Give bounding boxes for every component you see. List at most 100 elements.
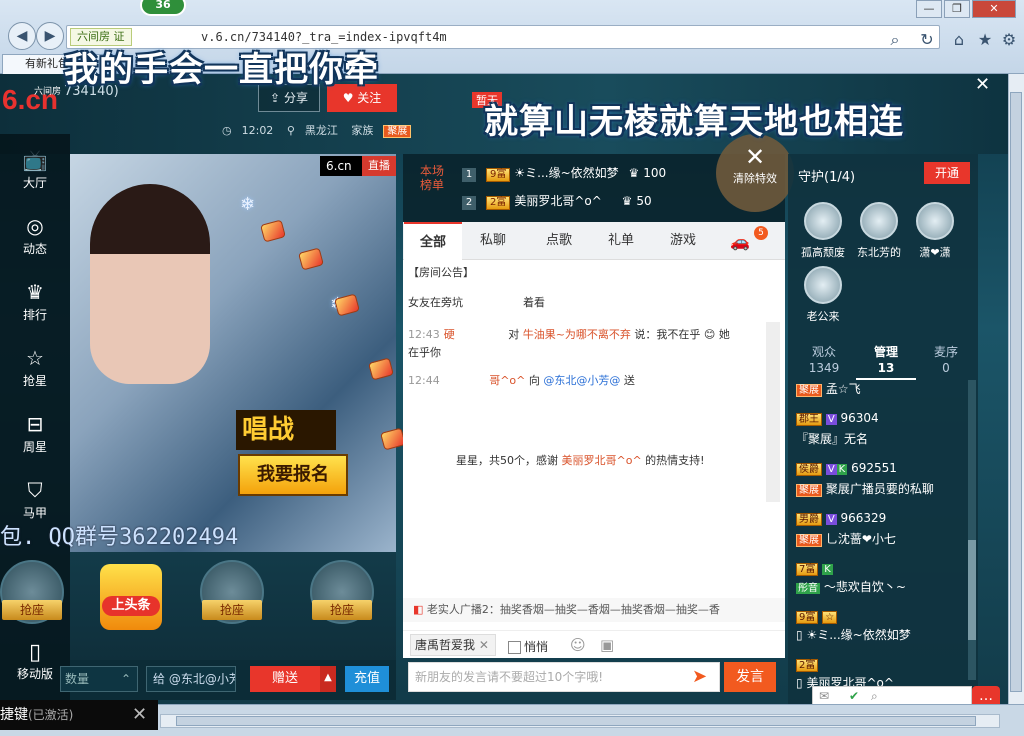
forward-icon[interactable]: ▶ [36, 22, 64, 50]
chat-message: 12:44 哥^o^ 向 @东北@小芳@ 送 [408, 372, 764, 390]
gear-icon[interactable]: ⚙ [1000, 30, 1018, 49]
rank-row[interactable]: 1 9富 ☀ミ...缘~依然如梦 ♛ 100 [462, 162, 666, 184]
list-item[interactable]: 『聚展』无名 [796, 430, 966, 447]
tab-count: 13 [877, 361, 895, 375]
broadcast-bar: ◧ 老实人广播2：抽奖香烟—抽奖—香烟—抽奖香烟—抽奖—香 [403, 598, 785, 622]
guard-member[interactable]: 孤高颓废 [800, 202, 846, 260]
msg-target[interactable]: @东北@小芳@ [543, 374, 620, 387]
headline-button[interactable]: 上头条 [102, 596, 160, 616]
list-item[interactable]: 7富 K [796, 560, 966, 576]
tab-all[interactable]: 全部 [404, 222, 462, 260]
list-item[interactable]: 聚展 乚沈蔷❤小七 [796, 530, 966, 547]
maximize-button[interactable]: ❐ [944, 0, 970, 18]
grab-seat-button[interactable]: 抢座 [2, 600, 62, 620]
nav-item-weekstar[interactable]: ⊟ 周星 [0, 404, 70, 470]
chat-scrollbar[interactable] [766, 322, 780, 502]
checkbox-box[interactable] [508, 641, 521, 654]
vscroll-thumb[interactable] [1010, 92, 1022, 692]
caret-up-icon[interactable]: ▲ [320, 666, 336, 692]
tab-audience[interactable]: 观众 1349 [794, 340, 854, 380]
msg-target[interactable]: 牛油果~为哪不离不弃 [523, 328, 631, 341]
list-item[interactable]: 聚展 孟☆飞 [796, 380, 966, 397]
emoji-icon: 😊 [703, 328, 716, 341]
tab-private[interactable]: 私聊 [464, 222, 522, 260]
rank-title[interactable]: 本场榜单 [416, 164, 448, 192]
msg-text: 星星，共50个，感谢 [456, 454, 558, 467]
send-plane-icon[interactable]: ➤ [692, 666, 707, 687]
announcement-text: 女友在旁坑 [408, 296, 463, 309]
nav-item-hall[interactable]: 📺 大厅 [0, 140, 70, 206]
nav-item-ranking[interactable]: ♛ 排行 [0, 272, 70, 338]
nav-item-grabstar[interactable]: ☆ 抢星 [0, 338, 70, 404]
car-icon[interactable]: 🚗 [730, 232, 750, 251]
minimize-button[interactable]: — [916, 0, 942, 18]
tab-mic-queue[interactable]: 麦序 0 [916, 340, 976, 380]
guard-member[interactable]: 东北芳的 [856, 202, 902, 260]
follow-label: 关注 [357, 91, 382, 105]
hscroll-thumb[interactable] [176, 716, 976, 726]
whisper-checkbox[interactable]: 悄悄 [508, 638, 548, 655]
list-item[interactable]: 9富 ☆ [796, 608, 966, 624]
back-icon[interactable]: ◀ [8, 22, 36, 50]
chat-input[interactable]: 新朋友的发言请不要超过10个字哦! [408, 662, 720, 692]
family-label: 家族 [351, 124, 374, 137]
guard-member[interactable]: 老公来 [800, 266, 846, 324]
image-icon[interactable]: ▣ [600, 636, 614, 654]
list-item[interactable]: 彤音 〜悲欢自饮丶~ [796, 578, 966, 595]
grab-seat-button[interactable]: 抢座 [312, 600, 372, 620]
user-name: 692551 [851, 461, 897, 475]
msg-user[interactable]: 硬 [444, 328, 455, 341]
guard-name: 东北芳的 [857, 246, 901, 259]
close-icon[interactable]: ✕ [975, 74, 990, 95]
list-item[interactable]: 侯爵 VK 692551 [796, 460, 966, 476]
clear-effects-button[interactable]: ✕ 清除特效 [716, 134, 794, 212]
send-gift-button[interactable]: 赠送 [250, 666, 320, 692]
list-item[interactable]: 郡王 V 96304 [796, 410, 966, 426]
family-tag[interactable]: 聚展 [383, 125, 412, 138]
check-icon[interactable]: ✔ [849, 689, 859, 703]
rank-row[interactable]: 2 2富 美丽罗北哥^o^ ♛ 50 [462, 190, 652, 212]
list-item[interactable]: 聚展 聚展广播员要的私聊 [796, 480, 966, 497]
search-icon[interactable]: ⌕ [871, 689, 878, 704]
nav-item-dynamics[interactable]: ◎ 动态 [0, 206, 70, 272]
refresh-icon[interactable]: ↻ [918, 30, 936, 49]
announcement-text-tail: 着看 [523, 296, 545, 309]
close-window-button[interactable]: ✕ [972, 0, 1016, 18]
send-message-button[interactable]: 发言 [724, 662, 776, 692]
user-name: 乚沈蔷❤小七 [825, 532, 896, 546]
home-icon[interactable]: ⌂ [950, 30, 968, 49]
nav-label: 马甲 [22, 506, 47, 520]
list-item[interactable]: 2富 [796, 656, 966, 672]
signup-button[interactable]: 我要报名 [238, 454, 348, 496]
tab-game[interactable]: 游戏 [654, 222, 712, 260]
singing-battle-banner[interactable]: 唱战 [236, 410, 336, 450]
user-name: 聚展广播员要的私聊 [825, 482, 934, 496]
favorites-icon[interactable]: ★ [976, 30, 994, 49]
tab-song[interactable]: 点歌 [530, 222, 588, 260]
scrollbar-thumb[interactable] [968, 540, 976, 640]
search-icon[interactable]: ⌕ [886, 30, 904, 50]
open-guard-button[interactable]: 开通 [924, 162, 970, 184]
list-item[interactable]: ▯ ☀ミ...缘~依然如梦 [796, 626, 966, 643]
mail-icon[interactable]: ✉ [819, 689, 829, 703]
msg-user[interactable]: 美丽罗北哥^o^ [562, 454, 642, 467]
chat-target-chip[interactable]: 唐禹哲爱我 ✕ [410, 634, 496, 656]
close-icon[interactable]: ✕ [132, 700, 147, 730]
share-label: 分享 [283, 91, 308, 105]
emoji-icon[interactable]: ☺ [570, 636, 586, 654]
announcement-heading: 【房间公告】 [408, 266, 474, 279]
guard-member[interactable]: 潇❤潇 [912, 202, 958, 260]
recharge-button[interactable]: 充值 [345, 666, 389, 692]
phone-icon: ▯ [796, 628, 803, 642]
msg-user[interactable]: 哥^o^ [489, 374, 525, 387]
quantity-select[interactable]: 数量 ⌃ [60, 666, 138, 692]
tab-gift-list[interactable]: 礼单 [592, 222, 650, 260]
chat-target-name: 唐禹哲爱我 [415, 638, 476, 652]
badge: ☆ [822, 611, 838, 624]
close-icon[interactable]: ✕ [479, 638, 489, 652]
grab-seat-button[interactable]: 抢座 [202, 600, 262, 620]
gift-recipient[interactable]: 给 @东北@小芳 [146, 666, 236, 692]
tab-managers[interactable]: 管理 13 [856, 340, 916, 380]
list-item[interactable]: 男爵 V 966329 [796, 510, 966, 526]
notification-badge[interactable]: 36 [140, 0, 186, 16]
